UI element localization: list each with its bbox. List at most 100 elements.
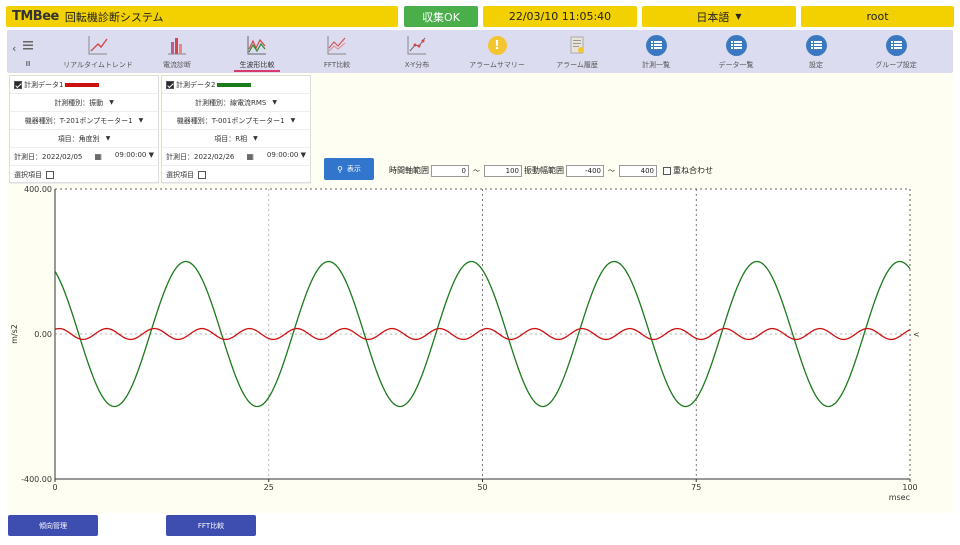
time-value: 09:00:00 [266, 151, 299, 159]
panel-title: 計測データ2 [176, 80, 216, 89]
function-nav-bar: ‹ Ⅲ リアルタイムトレンド 電流診断 生波形比較 FFT比較 X-Y分布 ! [7, 30, 953, 73]
app-title-bar: TMBee 回転機診断システム [6, 6, 398, 27]
measure-type-select[interactable]: 計測種別：振動 ▼ [10, 94, 158, 112]
current-icon [166, 33, 188, 57]
date-row: 計測日： 2022/02/05 ▦ 09:00:00 ▼ [10, 148, 158, 166]
time-select[interactable]: 09:00:00 ▼ [267, 151, 306, 159]
data-list-icon [725, 34, 747, 56]
nav-item-label: アラームサマリー [469, 61, 525, 69]
nav-item-measurement-list[interactable]: 計測一覧 [616, 30, 696, 73]
nav-item-realtime-trend[interactable]: リアルタイムトレンド [58, 30, 138, 73]
item-select[interactable]: 項目：角度別 ▼ [10, 130, 158, 148]
y-axis-label: m/s2 [10, 324, 19, 344]
calendar-icon[interactable]: ▦ [94, 152, 102, 161]
x-tick-label: 100 [902, 483, 917, 492]
panel-title: 計測データ1 [24, 80, 64, 89]
nav-item-label: Ⅲ [25, 60, 31, 68]
chevron-down-icon: ▼ [272, 99, 277, 106]
item-value: 項目：角度別 [57, 134, 100, 143]
select-item-checkbox[interactable] [198, 170, 206, 179]
amp-max-input[interactable]: 400 [619, 164, 657, 177]
fft-compare-button[interactable]: FFT比較 [166, 515, 256, 536]
top-bar: TMBee 回転機診断システム 収集OK 22/03/10 11:05:40 日… [0, 0, 960, 30]
nav-item-label: 生波形比較 [239, 61, 275, 69]
footer-bar: 傾向管理 FFT比較 [0, 513, 960, 545]
time-max-input[interactable]: 100 [484, 164, 522, 177]
nav-item-waveform-compare[interactable]: 生波形比較 [217, 30, 297, 73]
nav-item-label: データ一覧 [718, 61, 754, 69]
nav-item-label: 電流診断 [163, 61, 191, 69]
time-value: 09:00:00 [114, 151, 147, 159]
chevron-down-icon: ▼ [290, 117, 296, 124]
nav-item-label: リアルタイムトレンド [63, 61, 133, 69]
select-item-label: 選択項目 [14, 170, 42, 179]
language-value: 日本語 [696, 10, 730, 24]
panel-header: 計測データ2 [162, 76, 310, 94]
nav-item-group-settings[interactable]: グループ設定 [856, 30, 936, 73]
measure-list-icon [645, 34, 667, 56]
menu-icon [21, 33, 35, 57]
measure-type-value: 計測種別：線電流RMS [195, 98, 267, 107]
select-item-checkbox[interactable] [46, 170, 54, 179]
nav-item-label: 計測一覧 [642, 61, 670, 69]
x-tick-label: 50 [477, 483, 487, 492]
overlay-label: 重ね合わせ [673, 166, 713, 175]
overlay-checkbox[interactable] [663, 166, 671, 175]
x-tick-label: 25 [264, 483, 274, 492]
x-tick-label: 75 [691, 483, 701, 492]
equipment-value: 機器種別：T-001ポンプモーター1 [176, 116, 285, 125]
panel-enable-checkbox[interactable] [14, 80, 22, 89]
nav-item-alarm-summary[interactable]: ! アラームサマリー [457, 30, 537, 73]
chevron-down-icon: ▼ [148, 151, 154, 159]
nav-item-settings[interactable]: 設定 [776, 30, 856, 73]
user-menu[interactable]: root [801, 6, 954, 27]
nav-item-label: FFT比較 [323, 61, 351, 69]
range-controls: 時間軸範囲 0 ～ 100 振動幅範囲 -400 ～ 400 重ね合わせ [389, 164, 713, 177]
measure-data-panel-1: 計測データ1 計測種別：振動 ▼ 機器種別：T-201ポンプモーター1 ▼ 項目：角… [9, 75, 159, 184]
nav-item-label: 設定 [809, 61, 823, 69]
language-select[interactable]: 日本語 ▼ [642, 6, 796, 27]
calendar-icon[interactable]: ▦ [246, 152, 254, 161]
chevron-down-icon: ▼ [138, 117, 144, 124]
panel-enable-checkbox[interactable] [166, 80, 174, 89]
chevron-down-icon: ▼ [300, 151, 306, 159]
nav-item-xy-distribution[interactable]: X-Y分布 [377, 30, 457, 73]
item-select[interactable]: 項目：R相 ▼ [162, 130, 310, 148]
nav-item-label: アラーム履歴 [556, 61, 598, 69]
range-separator: ～ [608, 166, 615, 175]
cursor-marker-icon: < [913, 330, 920, 339]
item-value: 項目：R相 [214, 134, 248, 143]
group-settings-icon [885, 34, 907, 56]
search-icon: ⚲ [337, 164, 343, 174]
show-button[interactable]: ⚲ 表示 [324, 158, 374, 180]
measure-list-icon-wrap [645, 33, 667, 57]
main-area: 計測データ1 計測種別：振動 ▼ 機器種別：T-201ポンプモーター1 ▼ 項目：角… [7, 73, 953, 513]
nav-item-current-diagnosis[interactable]: 電流診断 [137, 30, 217, 73]
time-min-input[interactable]: 0 [431, 164, 469, 177]
y-tick-label: -400.00 [21, 475, 52, 484]
nav-item-alarm-history[interactable]: アラーム履歴 [537, 30, 617, 73]
amp-min-input[interactable]: -400 [566, 164, 604, 177]
fft-icon [326, 33, 348, 57]
app-title: 回転機診断システム [64, 10, 164, 24]
settings-icon [805, 34, 827, 56]
nav-item-data-list[interactable]: データ一覧 [696, 30, 776, 73]
settings-icon-wrap [805, 33, 827, 57]
measure-type-select[interactable]: 計測種別：線電流RMS ▼ [162, 94, 310, 112]
collection-status-button[interactable]: 収集OK [404, 6, 478, 27]
series-color-swatch [217, 82, 252, 87]
tendency-management-button[interactable]: 傾向管理 [8, 515, 98, 536]
date-input[interactable]: 2022/02/26 [194, 153, 234, 161]
time-range-label: 時間軸範囲 [389, 166, 429, 175]
nav-item-fft-compare[interactable]: FFT比較 [297, 30, 377, 73]
chevron-down-icon: ▼ [735, 12, 742, 21]
equipment-select[interactable]: 機器種別：T-001ポンプモーター1 ▼ [162, 112, 310, 130]
equipment-select[interactable]: 機器種別：T-201ポンプモーター1 ▼ [10, 112, 158, 130]
nav-item-label: グループ設定 [875, 61, 917, 69]
date-input[interactable]: 2022/02/05 [42, 153, 82, 161]
time-select[interactable]: 09:00:00 ▼ [115, 151, 154, 159]
y-tick-label: 0.00 [34, 330, 52, 339]
measure-type-value: 計測種別：振動 [54, 98, 104, 107]
nav-item-label: X-Y分布 [404, 61, 430, 69]
show-button-label: 表示 [346, 165, 361, 173]
